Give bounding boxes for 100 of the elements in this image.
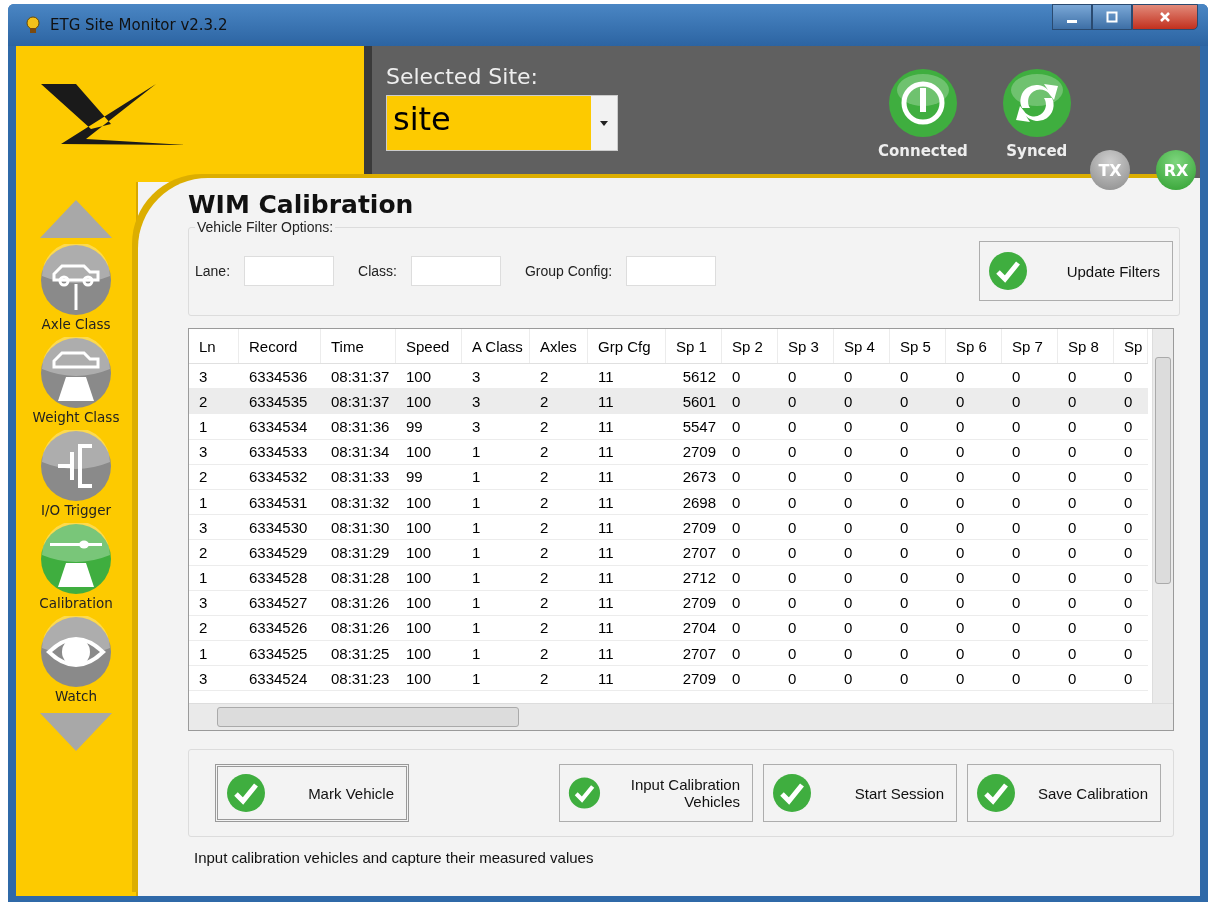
update-filters-button[interactable]: Update Filters — [979, 241, 1173, 301]
column-header[interactable]: Ln — [189, 329, 239, 363]
caret-icon — [600, 120, 608, 126]
table-cell-text: 0 — [1123, 619, 1134, 637]
action-button[interactable]: Save Calibration — [967, 764, 1161, 822]
table-cell-text: 2 — [198, 543, 209, 561]
table-cell-text: 0 — [1011, 468, 1022, 486]
table-row[interactable]: 2 6334535 08:31:37 100 3 2 11 5601 0 0 0 0 0 0 0 0 — [189, 389, 1148, 415]
action-button[interactable]: Mark Vehicle — [215, 764, 409, 822]
table-cell-text: 0 — [1123, 493, 1134, 511]
table-cell-text: 100 — [405, 493, 433, 511]
action-button[interactable]: Input Calibration Vehicles — [559, 764, 753, 822]
column-header[interactable]: Sp 2 — [722, 329, 778, 363]
site-dropdown[interactable]: site — [386, 95, 618, 151]
table-cell-text: 11 — [597, 644, 615, 662]
table-cell-text: 08:31:34 — [330, 443, 391, 461]
nav-item[interactable]: Watch — [40, 616, 112, 707]
screwdriver-weight-icon — [40, 523, 112, 595]
table-cell-text: 2 — [198, 468, 209, 486]
table-cell-text: 100 — [405, 443, 433, 461]
table-cell-text: 2709 — [681, 443, 717, 461]
table-cell-text: 11 — [597, 543, 615, 561]
table-cell-text: 99 — [405, 417, 424, 435]
table-cell-text: 6334531 — [248, 493, 309, 511]
table-cell-text: 1 — [471, 518, 482, 536]
table-cell-text: 99 — [405, 468, 424, 486]
close-button[interactable] — [1132, 4, 1198, 30]
close-icon — [1159, 11, 1171, 23]
horizontal-scrollbar[interactable] — [189, 703, 1173, 730]
column-header[interactable]: Axles — [530, 329, 588, 363]
table-cell-text: 08:31:33 — [330, 468, 391, 486]
table-cell-text: 08:31:36 — [330, 417, 391, 435]
column-header[interactable]: Sp 4 — [834, 329, 890, 363]
table-cell-text: 0 — [1123, 468, 1134, 486]
column-header[interactable]: Sp 5 — [890, 329, 946, 363]
action-button[interactable]: Start Session — [763, 764, 957, 822]
table-cell-text: 0 — [731, 569, 742, 587]
table-cell-text: 2709 — [681, 594, 717, 612]
scroll-up-icon[interactable] — [40, 200, 112, 238]
input-field[interactable] — [626, 256, 717, 286]
table-cell-text: 0 — [843, 468, 854, 486]
table-cell-text: 0 — [787, 367, 798, 385]
column-header[interactable]: Record — [239, 329, 321, 363]
table-cell-text: 1 — [471, 468, 482, 486]
column-header[interactable]: Sp 7 — [1002, 329, 1058, 363]
column-header[interactable]: Time — [321, 329, 396, 363]
car-weight-icon — [40, 337, 112, 409]
table-cell-text: 0 — [843, 493, 854, 511]
table-cell-text: 08:31:32 — [330, 493, 391, 511]
scroll-down-icon[interactable] — [40, 713, 112, 751]
table-row[interactable]: 2 6334532 08:31:33 99 1 2 11 2673 0 0 0 0 0 0 0 0 — [189, 464, 1148, 490]
column-header[interactable]: Sp 3 — [778, 329, 834, 363]
table-cell-text: 0 — [899, 619, 910, 637]
table-cell-text: 08:31:37 — [330, 367, 391, 385]
table-row[interactable]: 3 6334533 08:31:34 100 1 2 11 2709 0 0 0 0 0 0 0 0 — [189, 439, 1148, 465]
column-header[interactable]: Speed — [396, 329, 462, 363]
minimize-button[interactable] — [1052, 4, 1092, 30]
maximize-button[interactable] — [1092, 4, 1132, 30]
table-row[interactable]: 1 6334534 08:31:36 99 3 2 11 5547 0 0 0 0 0 0 0 0 — [189, 414, 1148, 440]
table-cell-text: 2712 — [681, 569, 717, 587]
table-cell-text: 0 — [1011, 644, 1022, 662]
table-row[interactable]: 2 6334529 08:31:29 100 1 2 11 2707 0 0 0 0 0 0 0 0 — [189, 540, 1148, 566]
table-cell-text: 0 — [1123, 392, 1134, 410]
input-field[interactable] — [244, 256, 335, 286]
table-cell-text: 0 — [1011, 518, 1022, 536]
nav-item[interactable]: I/O Trigger — [40, 430, 112, 521]
column-header[interactable]: A Class — [462, 329, 530, 363]
column-header[interactable]: Sp 8 — [1058, 329, 1114, 363]
nav-item[interactable]: Weight Class — [32, 337, 120, 428]
column-header[interactable]: Sp 6 — [946, 329, 1002, 363]
vertical-scrollbar[interactable] — [1152, 329, 1173, 703]
table-row[interactable]: 1 6334531 08:31:32 100 1 2 11 2698 0 0 0 0 0 0 0 0 — [189, 489, 1148, 516]
column-header[interactable]: Sp — [1114, 329, 1148, 363]
table-row[interactable]: 3 6334530 08:31:30 100 1 2 11 2709 0 0 0 0 0 0 0 0 — [189, 515, 1148, 541]
table-row[interactable]: 1 6334528 08:31:28 100 1 2 11 2712 0 0 0 0 0 0 0 0 — [189, 565, 1148, 591]
table-cell-text: 2707 — [681, 543, 717, 561]
table-cell-text: 0 — [899, 392, 910, 410]
table-cell-text: 2 — [539, 367, 550, 385]
column-header[interactable]: Grp Cfg — [588, 329, 666, 363]
table-cell-text: 0 — [1067, 543, 1078, 561]
status-label: Connected — [878, 142, 968, 160]
table-cell-text: 3 — [198, 443, 209, 461]
table-cell-text: 6334535 — [248, 392, 309, 410]
table-cell-text: 0 — [1123, 443, 1134, 461]
table-cell-text: 100 — [405, 669, 433, 687]
table-cell-text: 08:31:26 — [330, 619, 391, 637]
nav-item[interactable]: Axle Class — [40, 244, 112, 335]
table-cell-text: 0 — [787, 493, 798, 511]
table-row[interactable]: 3 6334524 08:31:23 100 1 2 11 2709 0 0 0 0 0 0 0 0 — [189, 666, 1148, 692]
table-cell-text: 08:31:28 — [330, 569, 391, 587]
table-cell-text: 6334525 — [248, 644, 309, 662]
site-label: Selected Site: — [386, 64, 539, 89]
column-header[interactable]: Sp 1 — [666, 329, 722, 363]
table-row[interactable]: 3 6334527 08:31:26 100 1 2 11 2709 0 0 0 0 0 0 0 0 — [189, 590, 1148, 616]
table-cell-text: 0 — [955, 493, 966, 511]
table-row[interactable]: 1 6334525 08:31:25 100 1 2 11 2707 0 0 0 0 0 0 0 0 — [189, 641, 1148, 667]
input-field[interactable] — [410, 256, 501, 286]
table-row[interactable]: 2 6334526 08:31:26 100 1 2 11 2704 0 0 0 0 0 0 0 0 — [189, 615, 1148, 642]
nav-item[interactable]: Calibration — [39, 523, 113, 614]
table-cell-text: 6334533 — [248, 443, 309, 461]
